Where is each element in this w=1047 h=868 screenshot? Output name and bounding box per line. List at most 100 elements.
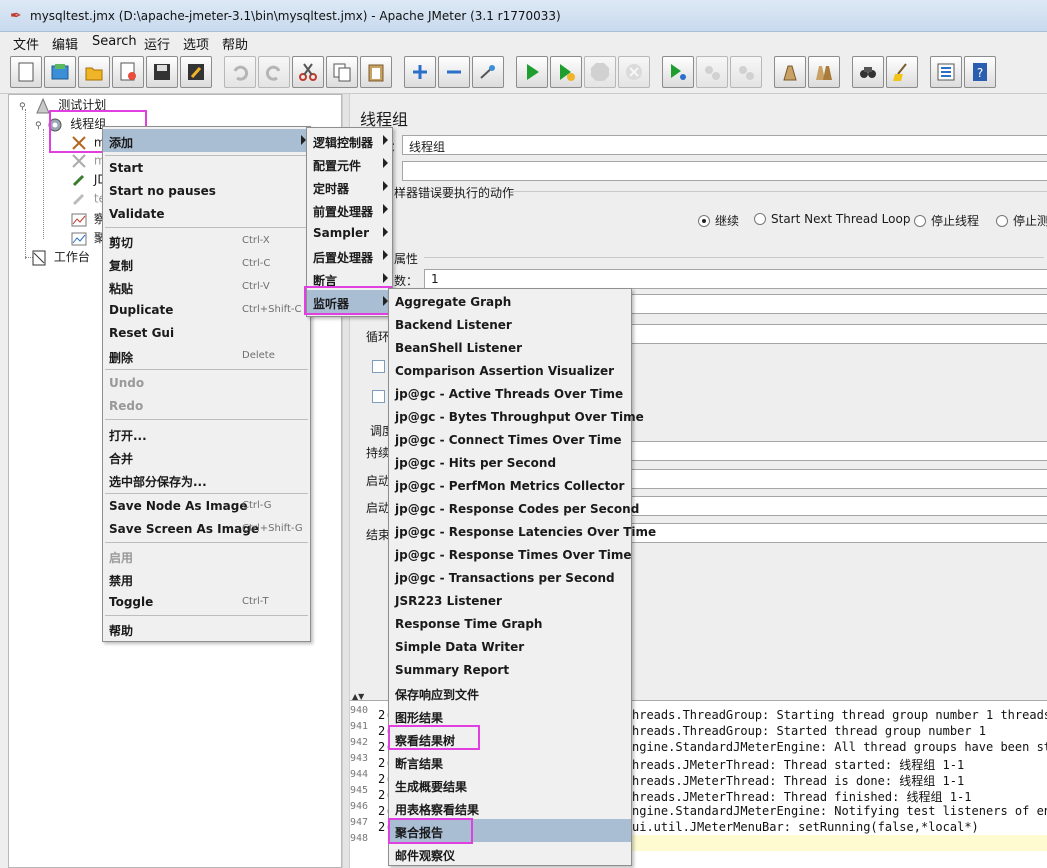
listener-generate-summary[interactable]: 生成概要结果	[389, 773, 631, 796]
listener-response-codes[interactable]: jp@gc - Response Codes per Second	[389, 497, 639, 520]
paste-button[interactable]	[360, 56, 392, 88]
radio-start-next-loop[interactable]: Start Next Thread Loop	[754, 212, 910, 226]
menu-item-cut[interactable]: 剪切 Ctrl-X	[103, 229, 310, 252]
tree-expand-handle-icon[interactable]: ⚲	[35, 121, 42, 131]
radio-stop-thread[interactable]: 停止线程	[914, 212, 979, 229]
submenu-listener[interactable]: 监听器	[307, 290, 392, 313]
listener-save-responses[interactable]: 保存响应到文件	[389, 681, 631, 704]
menu-item-duplicate[interactable]: Duplicate Ctrl+Shift-C	[103, 298, 310, 321]
remote-start-all-button[interactable]	[662, 56, 694, 88]
menu-edit[interactable]: 编辑	[52, 34, 78, 53]
menu-item-help[interactable]: 帮助	[103, 617, 310, 640]
scheduler-checkbox[interactable]	[372, 390, 385, 403]
menu-item-toggle[interactable]: Toggle Ctrl-T	[103, 590, 310, 613]
copy-button[interactable]	[326, 56, 358, 88]
menu-item-start[interactable]: Start	[103, 156, 310, 179]
loop-count-input[interactable]	[630, 324, 1047, 344]
menu-item-validate[interactable]: Validate	[103, 202, 310, 225]
clear-all-button[interactable]	[808, 56, 840, 88]
help-button[interactable]: ?	[964, 56, 996, 88]
collapse-all-button[interactable]	[438, 56, 470, 88]
listener-backend[interactable]: Backend Listener	[389, 313, 631, 336]
listener-view-results-tree[interactable]: 察看结果树	[389, 727, 631, 750]
listener-perfmon[interactable]: jp@gc - PerfMon Metrics Collector	[389, 474, 631, 497]
radio-continue[interactable]: 继续	[698, 212, 739, 229]
toggle-button[interactable]	[472, 56, 504, 88]
submenu-post-processor[interactable]: 后置处理器	[307, 244, 392, 267]
menu-item-disable[interactable]: 禁用	[103, 567, 310, 590]
submenu-timer[interactable]: 定时器	[307, 175, 392, 198]
start-time-input[interactable]	[630, 496, 1047, 516]
remote-stop-all-button[interactable]	[696, 56, 728, 88]
listener-active-threads[interactable]: jp@gc - Active Threads Over Time	[389, 382, 631, 405]
new-button[interactable]	[10, 56, 42, 88]
menu-item-merge[interactable]: 合并	[103, 445, 310, 468]
menu-item-enable[interactable]: 启用	[103, 544, 310, 567]
menu-item-reset-gui[interactable]: Reset Gui	[103, 321, 310, 344]
menu-item-save-screen-as-image[interactable]: Save Screen As Image Ctrl+Shift-G	[103, 517, 310, 540]
open-button[interactable]	[78, 56, 110, 88]
delay-thread-checkbox[interactable]	[372, 360, 385, 373]
listener-assertion-results[interactable]: 断言结果	[389, 750, 631, 773]
submenu-pre-processor[interactable]: 前置处理器	[307, 198, 392, 221]
menu-file[interactable]: 文件	[13, 34, 39, 53]
listener-mailer-visualizer[interactable]: 邮件观察仪	[389, 842, 631, 865]
menu-item-save-node-as-image[interactable]: Save Node As Image Ctrl-G	[103, 494, 310, 517]
listener-graph-results[interactable]: 图形结果	[389, 704, 631, 727]
submenu-logic-controller[interactable]: 逻辑控制器	[307, 129, 392, 152]
menu-item-redo[interactable]: Redo	[103, 394, 310, 417]
tree-node-child[interactable]: m	[71, 135, 106, 153]
stop-button[interactable]	[584, 56, 616, 88]
tree-node-child[interactable]: 聚	[71, 229, 106, 247]
tree-expand-handle-icon[interactable]: ⚲	[19, 102, 26, 112]
submenu-sampler[interactable]: Sampler	[307, 221, 392, 244]
expand-all-button[interactable]	[404, 56, 436, 88]
menu-item-save-selection-as[interactable]: 选中部分保存为...	[103, 468, 310, 491]
menu-options[interactable]: 选项	[183, 34, 209, 53]
tree-node-child[interactable]: m	[71, 153, 106, 171]
listener-hits-per-second[interactable]: jp@gc - Hits per Second	[389, 451, 631, 474]
function-helper-button[interactable]	[930, 56, 962, 88]
tree-node-workbench[interactable]: 工作台	[31, 248, 90, 266]
shutdown-button[interactable]	[618, 56, 650, 88]
threads-input[interactable]: 1	[424, 269, 1047, 289]
menu-item-undo[interactable]: Undo	[103, 371, 310, 394]
menu-search[interactable]: Search	[92, 34, 137, 49]
listener-response-latencies[interactable]: jp@gc - Response Latencies Over Time	[389, 520, 656, 543]
save-as-button[interactable]	[180, 56, 212, 88]
menu-item-start-no-pauses[interactable]: Start no pauses	[103, 179, 310, 202]
redo-button[interactable]	[258, 56, 290, 88]
remote-shutdown-all-button[interactable]	[730, 56, 762, 88]
menu-help[interactable]: 帮助	[222, 34, 248, 53]
submenu-assertion[interactable]: 断言	[307, 267, 392, 290]
templates-button[interactable]	[44, 56, 76, 88]
undo-button[interactable]	[224, 56, 256, 88]
listener-response-times[interactable]: jp@gc - Response Times Over Time	[389, 543, 632, 566]
tree-node-test-plan[interactable]: ⚲ 测试计划	[19, 96, 106, 114]
start-no-pauses-button[interactable]	[550, 56, 582, 88]
duration-input[interactable]	[630, 441, 1047, 461]
search-button[interactable]	[852, 56, 884, 88]
listener-aggregate-graph[interactable]: Aggregate Graph	[389, 290, 631, 313]
comments-input[interactable]	[402, 161, 1047, 181]
tree-node-child[interactable]: te	[71, 191, 106, 209]
tree-node-child[interactable]: 察	[71, 210, 106, 228]
listener-transactions-per-second[interactable]: jp@gc - Transactions per Second	[389, 566, 631, 589]
menu-item-open[interactable]: 打开...	[103, 422, 310, 445]
ramp-up-input[interactable]	[630, 294, 1047, 314]
tree-node-thread-group[interactable]: ⚲ 线程组	[35, 115, 106, 133]
submenu-config-element[interactable]: 配置元件	[307, 152, 392, 175]
menu-run[interactable]: 运行	[144, 34, 170, 53]
listener-simple-data-writer[interactable]: Simple Data Writer	[389, 635, 631, 658]
startup-delay-input[interactable]	[630, 469, 1047, 489]
start-button[interactable]	[516, 56, 548, 88]
listener-aggregate-report[interactable]: 聚合报告	[389, 819, 631, 842]
cut-button[interactable]	[292, 56, 324, 88]
listener-beanshell[interactable]: BeanShell Listener	[389, 336, 631, 359]
radio-stop-test[interactable]: 停止测	[996, 212, 1047, 229]
clear-button[interactable]	[774, 56, 806, 88]
listener-comparison-assertion[interactable]: Comparison Assertion Visualizer	[389, 359, 631, 382]
end-time-input[interactable]	[630, 523, 1047, 543]
menu-item-delete[interactable]: 删除 Delete	[103, 344, 310, 367]
menu-item-add[interactable]: 添加	[103, 129, 310, 152]
